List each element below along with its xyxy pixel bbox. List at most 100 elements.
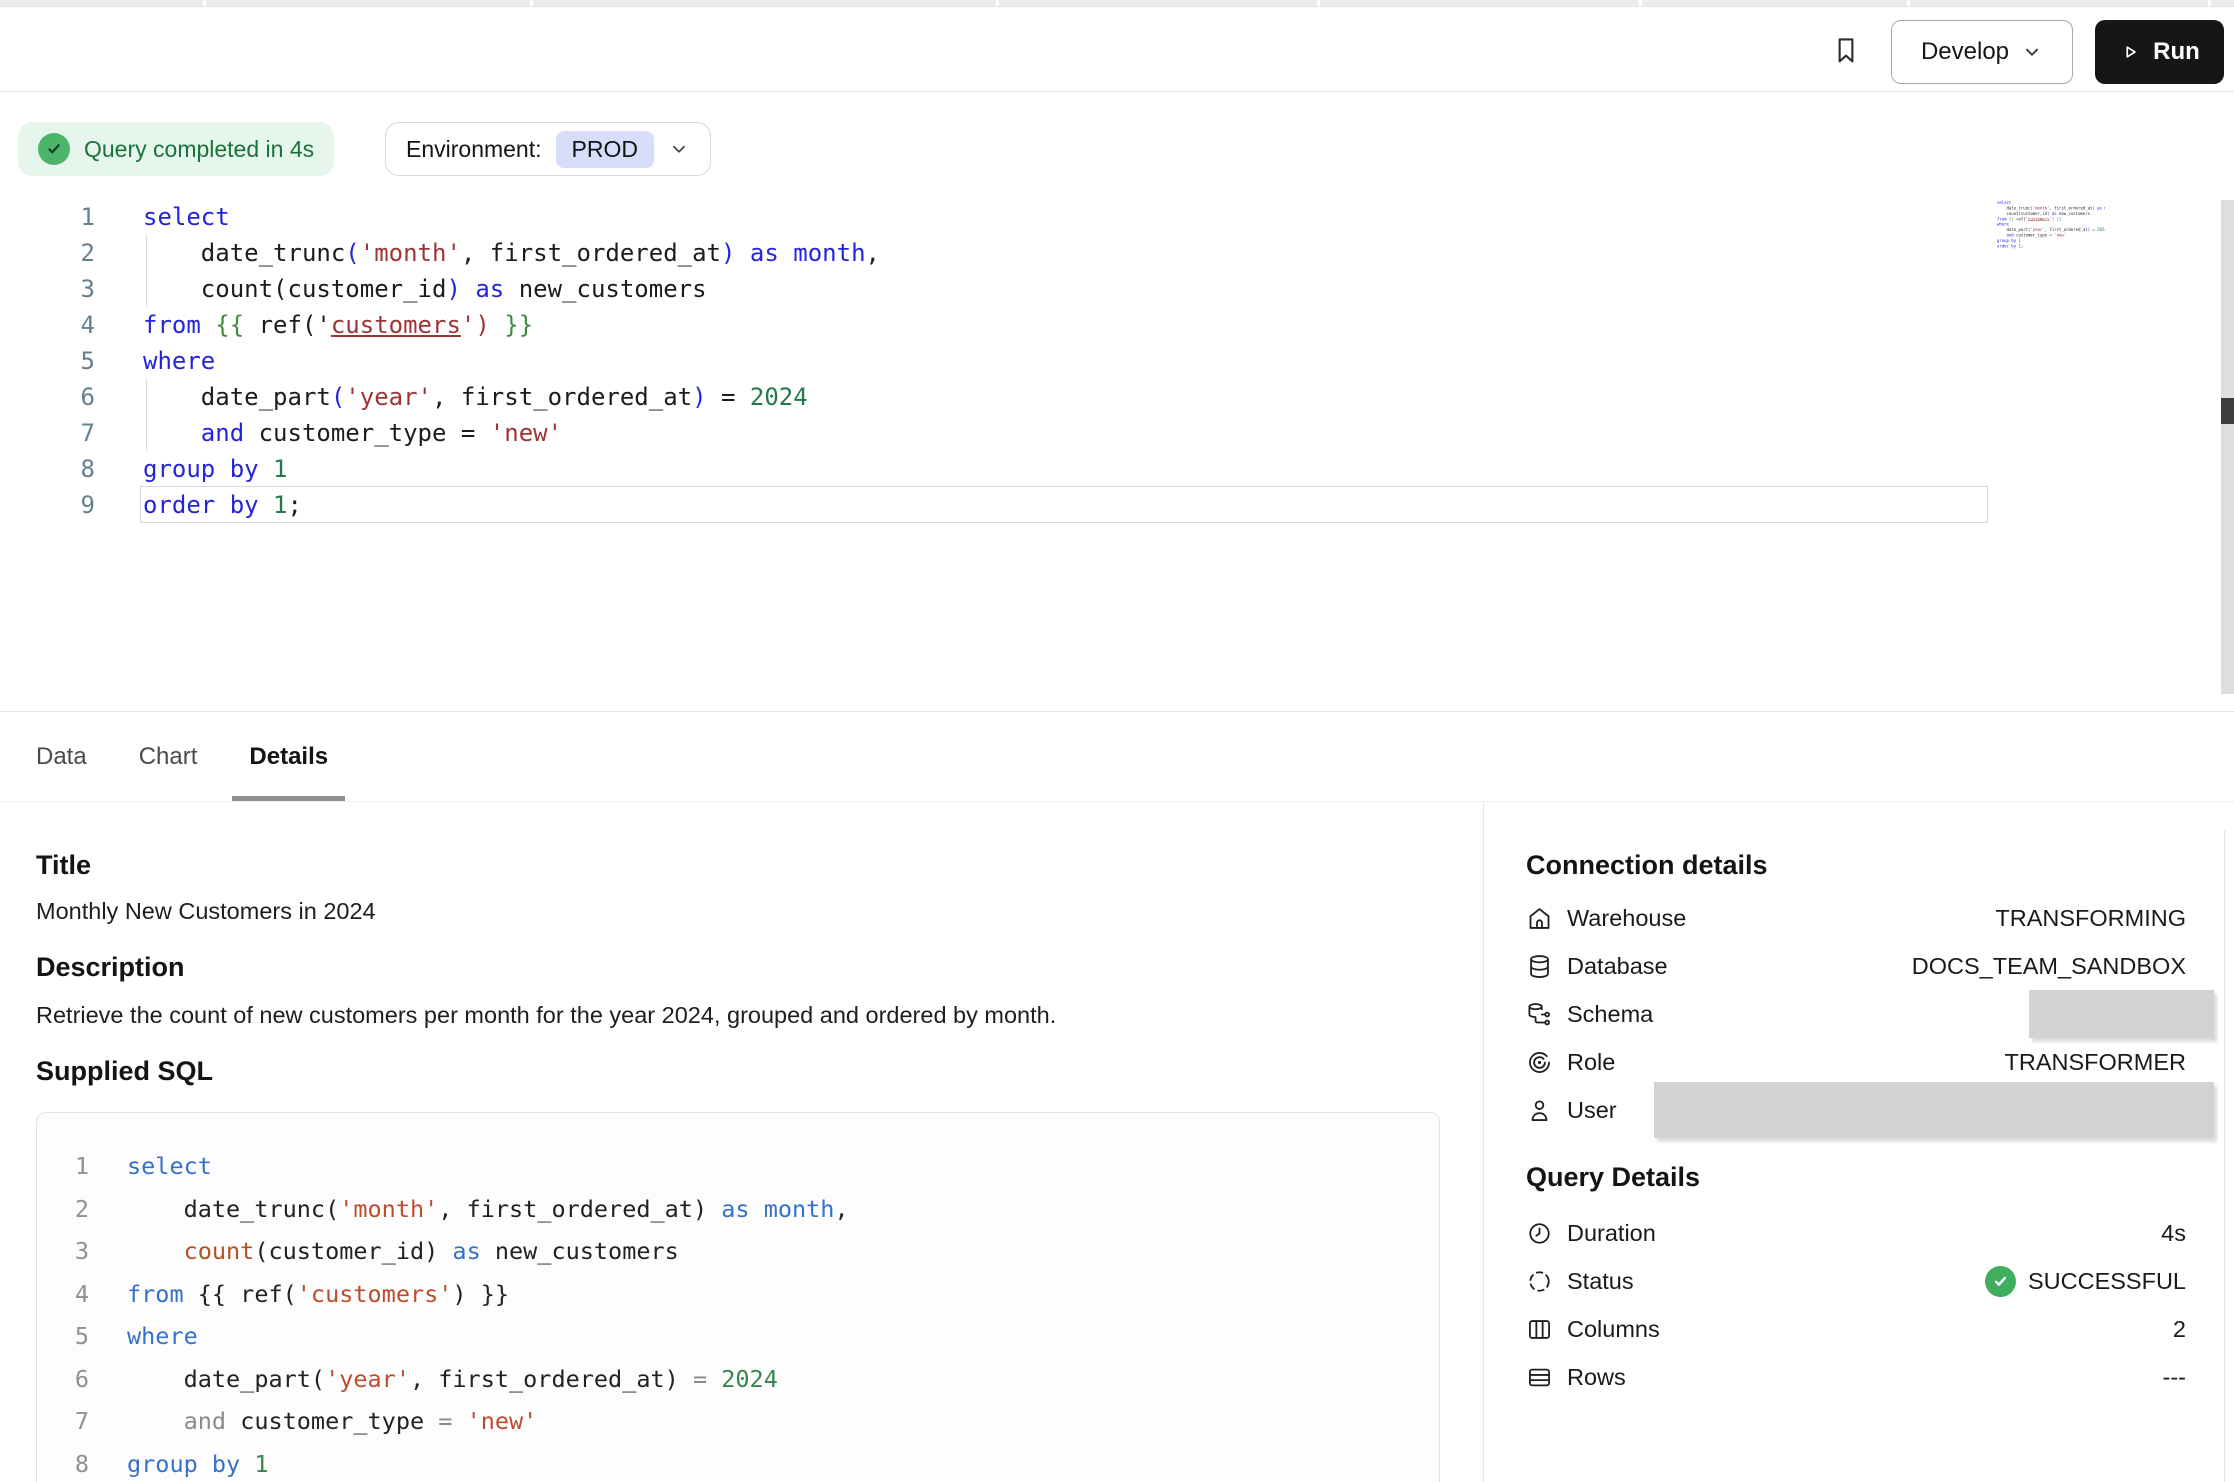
- title-value: Monthly New Customers in 2024: [36, 898, 376, 925]
- tab-data[interactable]: Data: [20, 712, 103, 801]
- line-number: 7: [0, 415, 95, 451]
- database-label: Database: [1567, 953, 1668, 980]
- editor-line-5: 5where: [0, 343, 2200, 379]
- panel-divider: [1483, 801, 1484, 1482]
- editor-line-8: 8group by 1: [0, 451, 2200, 487]
- user-icon: [1526, 1097, 1553, 1124]
- status-label: Status: [1567, 1268, 1634, 1295]
- connection-details-heading: Connection details: [1526, 850, 1768, 881]
- schema-label: Schema: [1567, 1001, 1653, 1028]
- connection-details-rows: WarehouseTRANSFORMINGDatabaseDOCS_TEAM_S…: [1526, 894, 2186, 1134]
- role-icon: [1526, 1049, 1553, 1076]
- warehouse-icon: [1526, 905, 1553, 932]
- sql-editor[interactable]: 1select2 date_trunc('month', first_order…: [0, 199, 2200, 523]
- query-status-text: Query completed in 4s: [84, 136, 314, 163]
- run-button[interactable]: Run: [2095, 20, 2224, 84]
- supplied-sql-line-4: 4from {{ ref('customers') }}: [37, 1273, 1439, 1316]
- line-number: 6: [0, 379, 95, 415]
- line-number: 2: [37, 1188, 89, 1231]
- supplied-sql-line-2: 2 date_trunc('month', first_ordered_at) …: [37, 1188, 1439, 1231]
- line-number: 9: [0, 487, 95, 523]
- develop-dropdown-button[interactable]: Develop: [1891, 20, 2073, 84]
- environment-selector[interactable]: Environment: PROD: [385, 122, 711, 176]
- indent-guide: [146, 235, 147, 307]
- browser-tab-strip: [0, 0, 2234, 7]
- description-value: Retrieve the count of new customers per …: [36, 1002, 1056, 1029]
- editor-line-2: 2 date_trunc('month', first_ordered_at) …: [0, 235, 2200, 271]
- detail-row-status: Status SUCCESSFUL: [1526, 1257, 2186, 1305]
- user-redacted-value: [1654, 1082, 2214, 1138]
- editor-line-4: 4from {{ ref('customers') }}: [0, 307, 2200, 343]
- query-status-pill: Query completed in 4s: [18, 122, 334, 176]
- schema-value: [2029, 990, 2186, 1038]
- columns-value: 2: [2173, 1316, 2186, 1343]
- environment-label: Environment:: [406, 136, 542, 163]
- line-number: 3: [0, 271, 95, 307]
- editor-scrollbar-thumb[interactable]: [2221, 398, 2234, 424]
- columns-icon: [1526, 1316, 1553, 1343]
- line-number: 4: [37, 1273, 89, 1316]
- line-number: 1: [0, 199, 95, 235]
- divider: [0, 801, 2234, 802]
- develop-label: Develop: [1921, 38, 2009, 66]
- supplied-sql-code-block: 1select2 date_trunc('month', first_order…: [36, 1112, 1440, 1482]
- line-number: 8: [37, 1443, 89, 1482]
- indent-guide: [146, 379, 147, 451]
- app-window: Develop Run Query completed in 4s Enviro…: [0, 0, 2234, 1482]
- line-number: 7: [37, 1400, 89, 1443]
- status-row: Query completed in 4s Environment: PROD: [0, 122, 2234, 178]
- supplied-sql-line-7: 7 and customer_type = 'new': [37, 1400, 1439, 1443]
- role-label: Role: [1567, 1049, 1615, 1076]
- query-details-rows: Duration 4s Status SUCCESSFUL Columns 2 Rows --…: [1526, 1209, 2186, 1401]
- supplied-sql-line-3: 3 count(customer_id) as new_customers: [37, 1230, 1439, 1273]
- detail-row-database: Database DOCS_TEAM_SANDBOX: [1526, 942, 2186, 990]
- detail-row-role: Role TRANSFORMER: [1526, 1038, 2186, 1086]
- tab-chart[interactable]: Chart: [123, 712, 214, 801]
- line-number: 5: [37, 1315, 89, 1358]
- status-icon: [1526, 1268, 1553, 1295]
- schema-redacted-value: [2029, 990, 2214, 1038]
- title-heading: Title: [36, 850, 91, 881]
- detail-row-duration: Duration 4s: [1526, 1209, 2186, 1257]
- description-heading: Description: [36, 952, 185, 983]
- current-line-highlight: [140, 486, 1988, 523]
- columns-label: Columns: [1567, 1316, 1660, 1343]
- rows-value: ---: [2163, 1364, 2186, 1391]
- editor-minimap[interactable]: select date_trunc('month', first_ordered…: [1997, 200, 2105, 268]
- editor-line-7: 7 and customer_type = 'new': [0, 415, 2200, 451]
- schema-icon: [1526, 1001, 1553, 1028]
- duration-label: Duration: [1567, 1220, 1656, 1247]
- duration-value: 4s: [2161, 1220, 2186, 1247]
- panel-scrollbar-track[interactable]: [2224, 830, 2225, 1482]
- line-number: 6: [37, 1358, 89, 1401]
- play-icon: [2119, 41, 2141, 63]
- user-value: [1654, 1082, 2186, 1138]
- chevron-down-icon: [2021, 41, 2043, 63]
- tab-details[interactable]: Details: [233, 712, 344, 801]
- detail-row-user: User: [1526, 1086, 2186, 1134]
- editor-scrollbar-track[interactable]: [2221, 200, 2234, 694]
- clock-icon: [1526, 1220, 1553, 1247]
- detail-row-schema: Schema: [1526, 990, 2186, 1038]
- database-value: DOCS_TEAM_SANDBOX: [1912, 953, 2186, 980]
- status-value: SUCCESSFUL: [1985, 1266, 2186, 1297]
- run-label: Run: [2153, 38, 2200, 66]
- line-number: 2: [0, 235, 95, 271]
- role-value: TRANSFORMER: [2005, 1049, 2186, 1076]
- line-number: 8: [0, 451, 95, 487]
- header-bar: Develop Run: [0, 7, 2234, 92]
- rows-label: Rows: [1567, 1364, 1626, 1391]
- database-icon: [1526, 953, 1553, 980]
- supplied-sql-heading: Supplied SQL: [36, 1056, 213, 1087]
- detail-row-rows: Rows ---: [1526, 1353, 2186, 1401]
- editor-line-1: 1select: [0, 199, 2200, 235]
- environment-value-badge: PROD: [556, 131, 654, 168]
- user-label: User: [1567, 1097, 1617, 1124]
- check-circle-icon: [38, 133, 70, 165]
- editor-line-3: 3 count(customer_id) as new_customers: [0, 271, 2200, 307]
- supplied-sql-line-5: 5where: [37, 1315, 1439, 1358]
- line-number: 1: [37, 1145, 89, 1188]
- supplied-sql-line-1: 1select: [37, 1145, 1439, 1188]
- bookmark-icon[interactable]: [1829, 33, 1863, 73]
- rows-icon: [1526, 1364, 1553, 1391]
